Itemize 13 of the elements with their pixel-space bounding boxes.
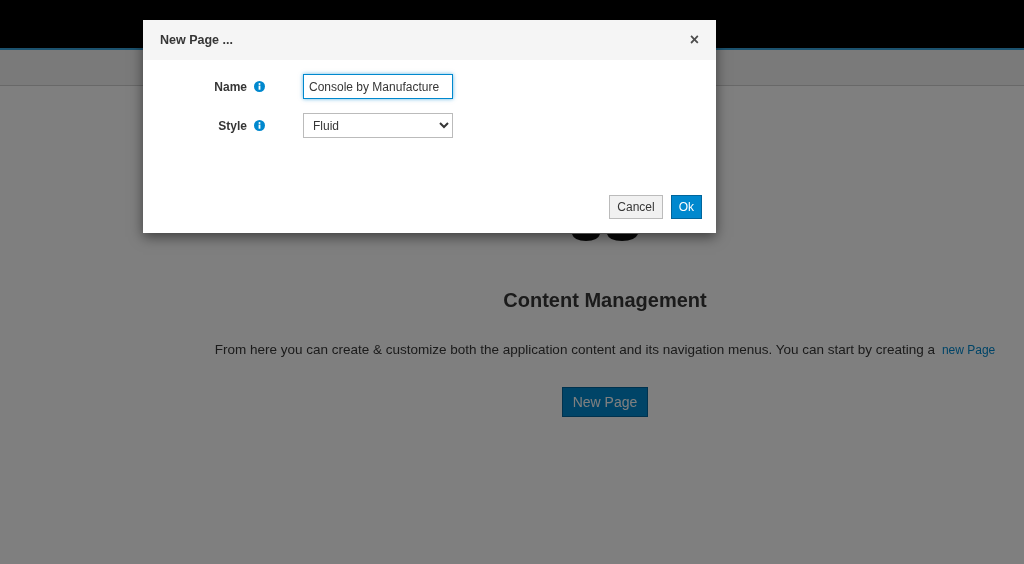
name-field[interactable]: Console by Manufacture: [303, 74, 453, 99]
info-icon[interactable]: [254, 81, 265, 92]
field-label: Name: [213, 79, 247, 94]
ok-button[interactable]: Ok: [670, 195, 702, 219]
intro-text: From here you can create & customize both the application content and its navigation menus. You can start by creating a new Page: [214, 342, 996, 357]
page-heading: Content Management: [503, 289, 707, 312]
style-dropdown[interactable]: Fluid: [303, 113, 453, 138]
shape-icon: [572, 234, 638, 241]
info-icon[interactable]: [254, 120, 265, 131]
dialog-title: New Page ...: [160, 33, 233, 47]
close-button[interactable]: ×: [689, 31, 699, 49]
field-label: Style: [217, 118, 247, 133]
cancel-button[interactable]: Cancel: [609, 195, 663, 219]
